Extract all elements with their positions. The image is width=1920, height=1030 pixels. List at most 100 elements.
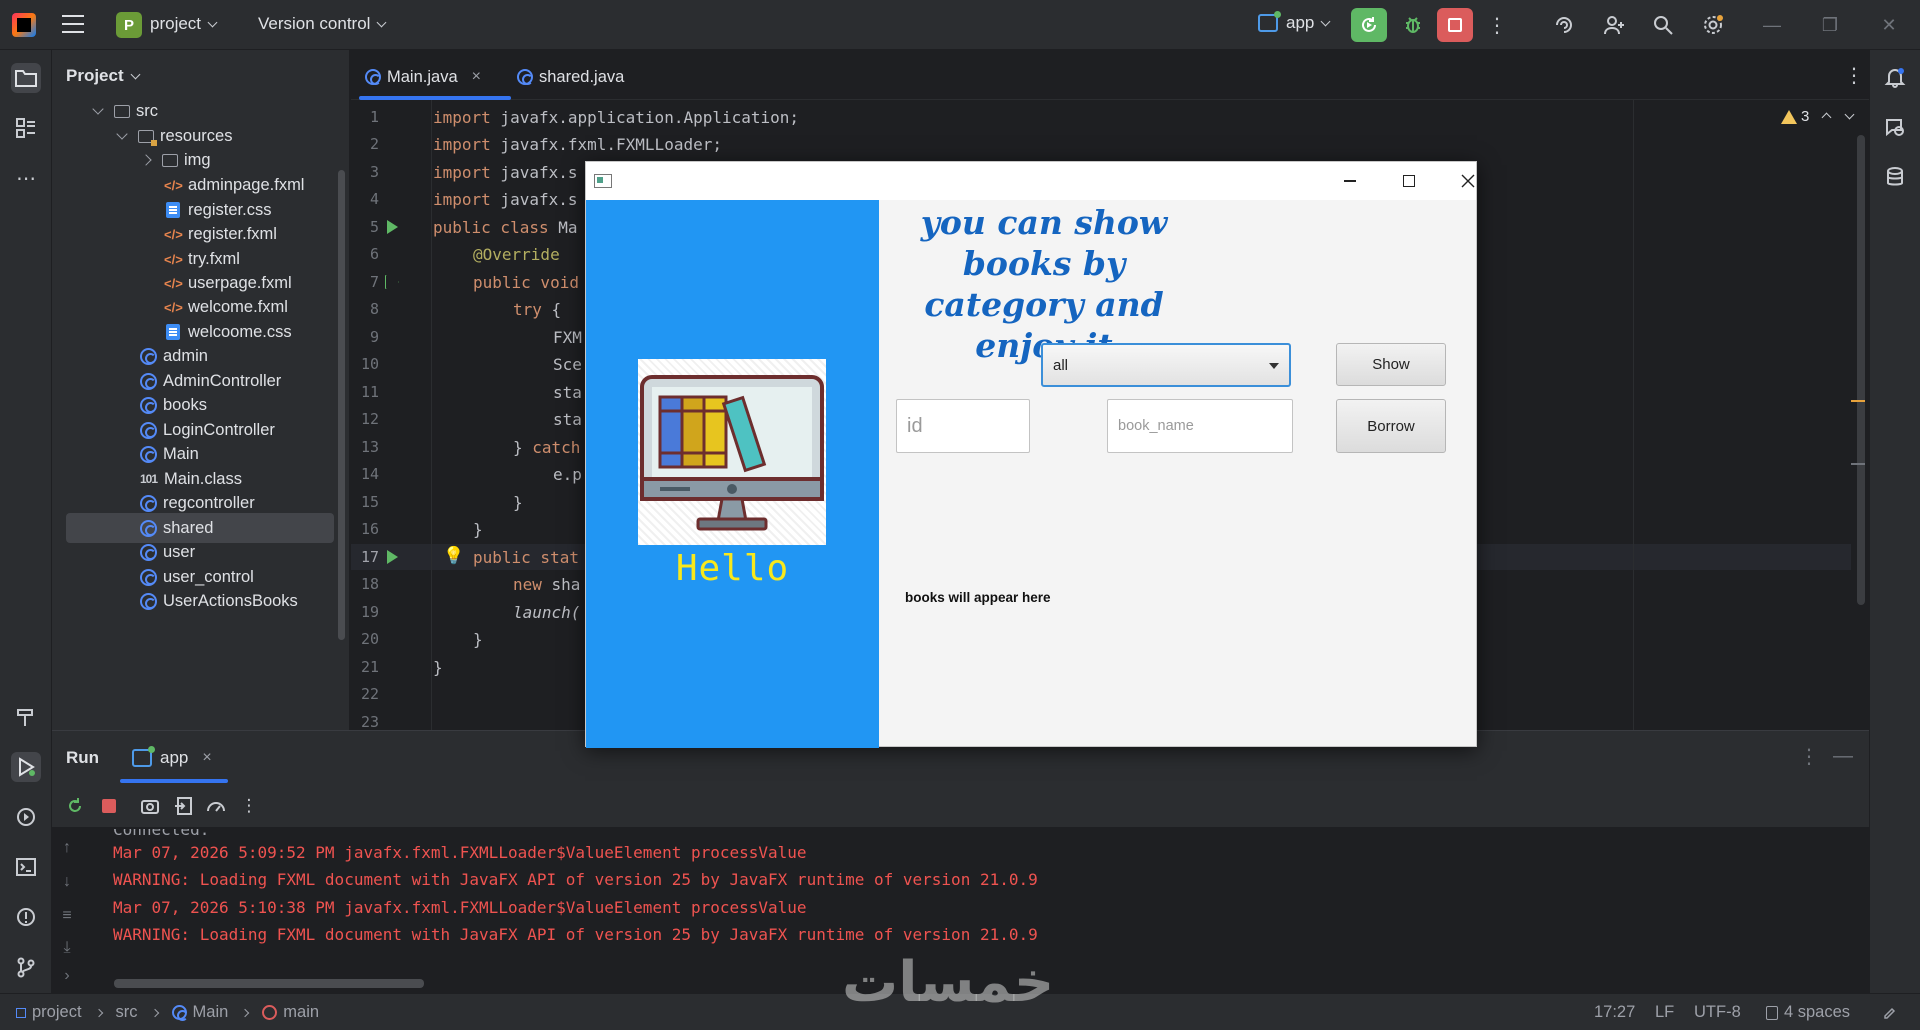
more-tools-icon[interactable]: ⋯ bbox=[11, 163, 41, 193]
fx-minimize-button[interactable] bbox=[1330, 168, 1370, 194]
fx-close-button[interactable] bbox=[1448, 168, 1488, 194]
close-window-button[interactable]: ✕ bbox=[1874, 12, 1904, 38]
tree-item-shared[interactable]: shared bbox=[66, 513, 334, 543]
project-panel-title[interactable]: Project bbox=[66, 66, 141, 86]
lightbulb-intention-icon[interactable]: 💡 bbox=[443, 546, 464, 566]
close-run-tab-icon[interactable]: × bbox=[202, 749, 211, 767]
tab-main-java[interactable]: Main.java × bbox=[365, 62, 481, 92]
tab-shared-java[interactable]: shared.java bbox=[517, 62, 624, 92]
version-control-menu[interactable]: Version control bbox=[258, 14, 387, 34]
main-menu-icon[interactable] bbox=[62, 15, 84, 33]
settings-gear-icon[interactable] bbox=[1700, 12, 1726, 38]
fx-maximize-button[interactable] bbox=[1389, 168, 1429, 194]
breadcrumb-src[interactable]: src bbox=[116, 1003, 138, 1022]
line-separator[interactable]: LF bbox=[1655, 1003, 1674, 1022]
project-tool-folder-icon[interactable] bbox=[11, 63, 41, 93]
ai-chat-icon[interactable] bbox=[1880, 112, 1910, 142]
chevron-down-icon bbox=[1320, 16, 1331, 26]
file-encoding[interactable]: UTF-8 bbox=[1694, 1003, 1741, 1022]
java-class-icon bbox=[140, 519, 157, 537]
console-line: Mar 07, 2026 5:09:52 PM javafx.fxml.FXML… bbox=[113, 843, 807, 862]
minimize-window-button[interactable]: — bbox=[1757, 12, 1787, 38]
code-line: import javafx.s bbox=[433, 190, 578, 209]
rerun-icon[interactable] bbox=[64, 795, 86, 817]
borrow-button[interactable]: Borrow bbox=[1336, 399, 1446, 453]
restore-window-button[interactable]: ❐ bbox=[1815, 12, 1845, 38]
git-icon[interactable] bbox=[11, 952, 41, 982]
category-combobox[interactable]: all bbox=[1041, 343, 1291, 387]
editor-more-icon[interactable]: ⋮ bbox=[1841, 62, 1867, 88]
hide-panel-icon[interactable]: — bbox=[1830, 743, 1856, 769]
problems-icon[interactable] bbox=[11, 902, 41, 932]
breadcrumb: project src Main main bbox=[16, 1003, 319, 1022]
run-panel-more-icon[interactable]: ⋮ bbox=[1796, 743, 1822, 769]
code-line: } bbox=[513, 493, 523, 512]
java-class-icon bbox=[171, 1005, 188, 1021]
java-class-icon bbox=[140, 543, 157, 561]
java-class-icon bbox=[140, 372, 157, 390]
terminal-icon[interactable] bbox=[11, 852, 41, 882]
camera-dump-icon[interactable] bbox=[139, 795, 161, 817]
scroll-to-end-icon[interactable]: ⤓ bbox=[56, 939, 78, 957]
run-main-gutter-icon[interactable] bbox=[387, 550, 398, 564]
breadcrumb-main[interactable]: Main bbox=[193, 1003, 229, 1022]
rerun-icon bbox=[1362, 17, 1376, 32]
database-icon[interactable] bbox=[1880, 162, 1910, 192]
fxml-file-icon: </> bbox=[164, 226, 183, 242]
close-tab-icon[interactable]: × bbox=[472, 68, 481, 86]
debug-button[interactable] bbox=[1395, 8, 1431, 42]
tree-item-useractionsbooks[interactable]: UserActionsBooks bbox=[140, 586, 298, 616]
editor-scrollbar[interactable] bbox=[1857, 135, 1865, 605]
soft-wrap-icon[interactable]: ≡ bbox=[56, 907, 78, 925]
indent-settings[interactable]: 4 spaces bbox=[1766, 1003, 1850, 1022]
more-actions-icon[interactable]: ⋮ bbox=[1484, 12, 1510, 38]
console-horizontal-scrollbar[interactable] bbox=[114, 979, 424, 988]
run-class-gutter-icon[interactable] bbox=[387, 220, 398, 234]
run-config-selector[interactable]: app bbox=[1258, 11, 1331, 33]
intellij-logo-icon[interactable] bbox=[12, 13, 36, 37]
category-selected-value: all bbox=[1053, 356, 1069, 374]
project-name: project bbox=[150, 14, 202, 33]
exit-icon[interactable] bbox=[173, 795, 195, 817]
project-badge[interactable]: P bbox=[116, 12, 142, 38]
next-highlight-icon[interactable] bbox=[1844, 109, 1855, 120]
fxml-file-icon: </> bbox=[164, 275, 183, 291]
id-input[interactable]: id bbox=[896, 399, 1030, 453]
warning-stripe-marker[interactable] bbox=[1851, 400, 1865, 402]
profiler-icon[interactable] bbox=[205, 795, 227, 817]
project-selector[interactable]: project bbox=[150, 14, 218, 34]
show-button[interactable]: Show bbox=[1336, 343, 1446, 386]
run-tool-icon[interactable] bbox=[11, 752, 41, 782]
breadcrumb-project[interactable]: project bbox=[32, 1003, 82, 1022]
notifications-bell-icon[interactable] bbox=[1880, 62, 1910, 92]
previous-highlight-icon[interactable] bbox=[1821, 112, 1832, 123]
book-name-input[interactable]: book_name bbox=[1107, 399, 1293, 453]
fx-window-titlebar[interactable] bbox=[586, 162, 1476, 200]
add-user-icon[interactable] bbox=[1601, 12, 1627, 38]
expand-icon[interactable]: › bbox=[56, 967, 78, 985]
run-tab-app[interactable]: app × bbox=[132, 746, 212, 768]
line-number: 23 bbox=[360, 713, 379, 731]
info-stripe-marker[interactable] bbox=[1851, 463, 1865, 465]
breadcrumb-method[interactable]: main bbox=[283, 1003, 319, 1022]
line-number: 10 bbox=[360, 355, 379, 373]
run-panel-title[interactable]: Run bbox=[66, 748, 99, 768]
build-hammer-icon[interactable] bbox=[11, 702, 41, 732]
search-icon[interactable] bbox=[1650, 12, 1676, 38]
scroll-up-icon[interactable]: ↑ bbox=[56, 839, 78, 857]
ai-assistant-icon[interactable] bbox=[1551, 12, 1577, 38]
caret-position[interactable]: 17:27 bbox=[1594, 1003, 1635, 1022]
rerun-button[interactable] bbox=[1351, 8, 1387, 42]
stop-button[interactable] bbox=[1437, 8, 1473, 42]
module-icon bbox=[16, 1007, 26, 1018]
file-lock-icon[interactable] bbox=[1882, 1003, 1898, 1019]
services-icon[interactable] bbox=[11, 802, 41, 832]
inspection-widget[interactable]: 3 bbox=[1781, 108, 1855, 125]
run-toolbar-more-icon[interactable]: ⋮ bbox=[238, 795, 260, 817]
project-panel-scrollbar[interactable] bbox=[338, 170, 345, 640]
stop-icon[interactable] bbox=[98, 795, 120, 817]
structure-icon[interactable] bbox=[11, 113, 41, 143]
hello-label: Hello bbox=[675, 548, 790, 589]
scroll-down-icon[interactable]: ↓ bbox=[56, 873, 78, 891]
override-gutter-icon[interactable] bbox=[385, 275, 399, 289]
